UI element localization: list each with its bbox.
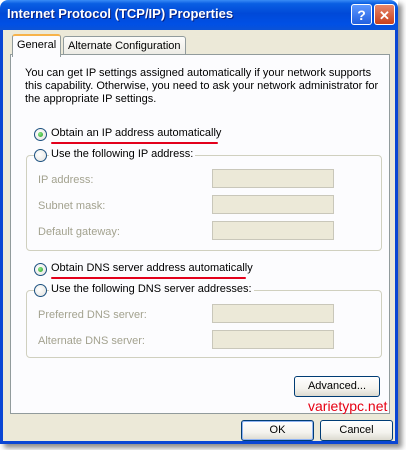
close-button[interactable]: ✕ — [374, 4, 395, 25]
use-following-dns-label[interactable]: Use the following DNS server addresses: — [49, 283, 254, 295]
highlight-underline-ip — [51, 142, 218, 144]
default-gateway-input[interactable] — [212, 221, 334, 240]
highlight-underline-dns — [51, 277, 246, 279]
close-icon: ✕ — [379, 8, 390, 23]
alternate-dns-label: Alternate DNS server: — [38, 335, 145, 347]
radio-obtain-dns-auto[interactable] — [34, 263, 47, 276]
advanced-button[interactable]: Advanced... — [294, 376, 380, 397]
ip-address-label: IP address: — [38, 174, 94, 186]
preferred-dns-label: Preferred DNS server: — [38, 309, 147, 321]
tab-general[interactable]: General — [12, 34, 62, 57]
cancel-button[interactable]: Cancel — [320, 420, 393, 441]
alternate-dns-input[interactable] — [212, 330, 334, 349]
subnet-mask-input[interactable] — [212, 195, 334, 214]
obtain-ip-auto-label[interactable]: Obtain an IP address automatically — [51, 127, 221, 139]
default-gateway-label: Default gateway: — [38, 226, 120, 238]
radio-use-following-ip[interactable] — [34, 149, 47, 162]
use-following-ip-label[interactable]: Use the following IP address: — [49, 148, 196, 160]
radio-obtain-ip-auto[interactable] — [34, 128, 47, 141]
subnet-mask-label: Subnet mask: — [38, 200, 106, 212]
help-button[interactable]: ? — [351, 4, 372, 25]
ok-button[interactable]: OK — [241, 420, 314, 441]
obtain-dns-auto-label[interactable]: Obtain DNS server address automatically — [51, 262, 253, 274]
tab-alternate-configuration[interactable]: Alternate Configuration — [63, 36, 186, 55]
preferred-dns-input[interactable] — [212, 304, 334, 323]
title-bar[interactable]: Internet Protocol (TCP/IP) Properties ? … — [0, 0, 398, 30]
description-text: You can get IP settings assigned automat… — [25, 67, 379, 105]
window-title: Internet Protocol (TCP/IP) Properties — [7, 6, 234, 21]
radio-use-following-dns[interactable] — [34, 284, 47, 297]
help-icon: ? — [357, 7, 366, 23]
ip-address-input[interactable] — [212, 169, 334, 188]
watermark-text: varietypc.net — [308, 398, 388, 414]
